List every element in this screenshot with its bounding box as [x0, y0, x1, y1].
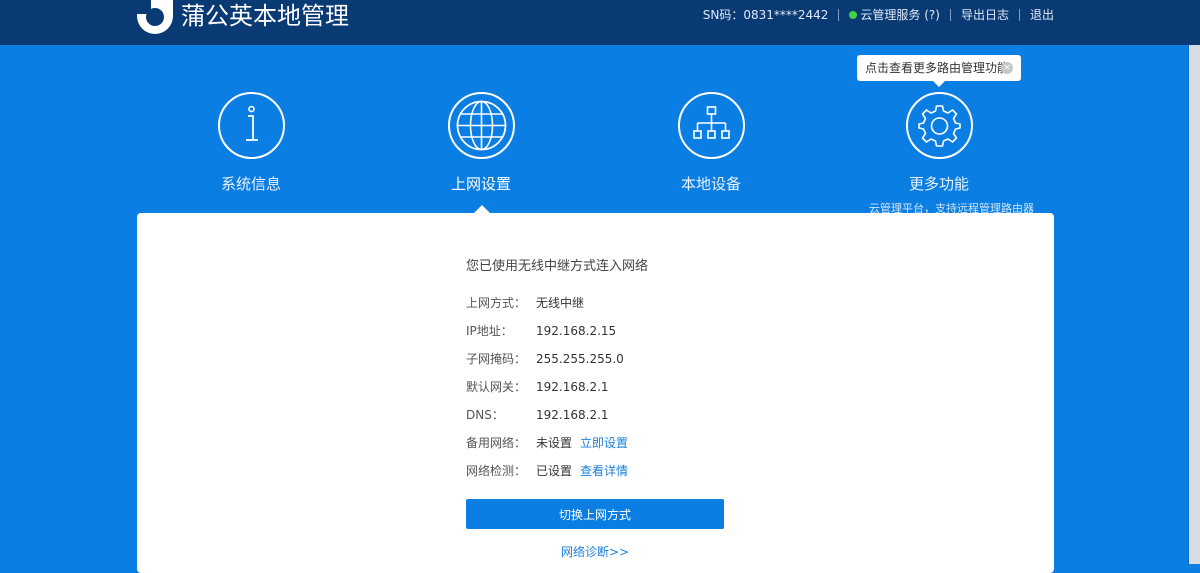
row-label: 网络检测： [466, 464, 527, 478]
nav-more-features[interactable]: 更多功能 云管理平台，支持远程管理路由器 [869, 92, 1034, 216]
info-icon [217, 92, 285, 159]
info-row-backup-network: 备用网络： 未设置 立即设置 [466, 434, 628, 454]
row-label: 默认网关： [466, 380, 527, 394]
row-label: 子网掩码： [466, 352, 527, 366]
more-features-tooltip: 点击查看更多路由管理功能 × [857, 55, 1021, 87]
row-value: 192.168.2.1 [536, 380, 609, 394]
brand-title: 蒲公英本地管理 [181, 2, 349, 30]
top-nav: SN码：0831****2442 云管理服务 (?) 导出日志 退出 [703, 0, 1054, 30]
top-header: 蒲公英本地管理 SN码：0831****2442 云管理服务 (?) 导出日志 … [0, 0, 1200, 45]
info-row-connection-type: 上网方式： 无线中继 [466, 294, 584, 314]
info-row-ip: IP地址： 192.168.2.15 [466, 322, 616, 342]
switch-connection-button[interactable]: 切换上网方式 [466, 499, 724, 529]
row-value: 255.255.255.0 [536, 352, 624, 366]
logout-link[interactable]: 退出 [1030, 1, 1054, 29]
row-label: IP地址： [466, 324, 513, 338]
nav-internet-settings[interactable]: 上网设置 [411, 92, 551, 194]
close-icon[interactable]: × [1001, 62, 1013, 74]
row-label: 上网方式： [466, 296, 527, 310]
scrollbar-thumb[interactable] [1189, 45, 1200, 564]
setup-now-link[interactable]: 立即设置 [580, 436, 628, 450]
row-value: 无线中继 [536, 296, 585, 310]
network-diagnose-link[interactable]: 网络诊断>> [466, 543, 724, 560]
content-card: 您已使用无线中继方式连入网络 上网方式： 无线中继 IP地址： 192.168.2.… [137, 213, 1054, 573]
nav-label: 更多功能 [908, 175, 969, 193]
nav-label: 本地设备 [680, 175, 741, 193]
divider [1018, 9, 1020, 21]
divider [838, 9, 840, 21]
info-row-subnet: 子网掩码： 255.255.255.0 [466, 350, 624, 370]
tooltip-text: 点击查看更多路由管理功能 [865, 61, 1010, 75]
logo-icon [137, 0, 173, 34]
export-log-link[interactable]: 导出日志 [961, 1, 1009, 29]
row-value: 已设置 [536, 464, 573, 478]
info-row-network-check: 网络检测： 已设置 查看详情 [466, 462, 628, 482]
sn-code: SN码：0831****2442 [702, 8, 829, 22]
row-value: 未设置 [536, 436, 573, 450]
row-label: DNS： [466, 408, 504, 422]
gear-icon [905, 92, 973, 159]
view-details-link[interactable]: 查看详情 [580, 464, 628, 478]
status-dot-icon [849, 11, 858, 19]
active-tab-caret [474, 205, 490, 213]
row-value: 192.168.2.15 [536, 324, 617, 338]
row-value: 192.168.2.1 [536, 408, 609, 422]
row-label: 备用网络： [466, 436, 527, 450]
info-row-gateway: 默认网关： 192.168.2.1 [466, 378, 609, 398]
network-tree-icon [677, 92, 745, 159]
nav-system-info[interactable]: 系统信息 [181, 92, 321, 194]
globe-icon [447, 92, 515, 159]
info-row-dns: DNS： 192.168.2.1 [466, 406, 609, 426]
nav-label: 上网设置 [450, 175, 511, 193]
divider [949, 9, 951, 21]
nav-label: 系统信息 [220, 175, 281, 193]
cloud-service-link[interactable]: 云管理服务 (?) [849, 1, 940, 29]
connection-summary: 您已使用无线中继方式连入网络 [466, 259, 649, 274]
nav-local-devices[interactable]: 本地设备 [641, 92, 781, 194]
cloud-service-label: 云管理服务 (?) [860, 8, 940, 22]
